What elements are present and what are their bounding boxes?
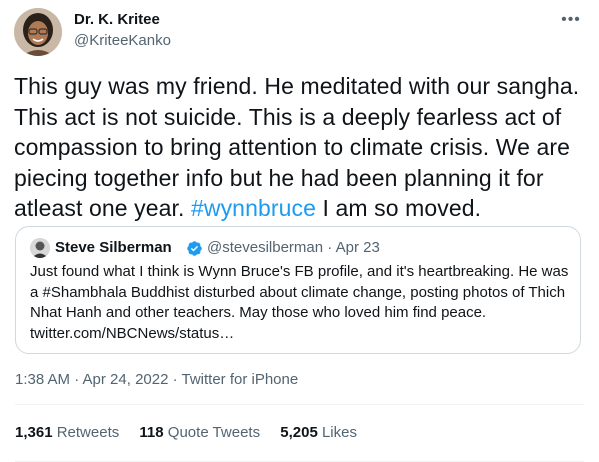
more-options-icon[interactable]: ••• xyxy=(560,10,582,30)
quotes-label: Quote Tweets xyxy=(167,424,261,441)
retweets-stat[interactable]: 1,361 Retweets xyxy=(15,423,119,443)
divider xyxy=(15,404,584,405)
tweet-timestamp[interactable]: 1:38 AM · Apr 24, 2022 · Twitter for iPh… xyxy=(15,370,298,390)
verified-badge-icon xyxy=(186,240,203,257)
author-name[interactable]: Dr. K. Kritee xyxy=(74,10,160,30)
likes-label: Likes xyxy=(321,424,357,441)
quoted-tweet-text: Just found what I think is Wynn Bruce's … xyxy=(30,263,569,342)
hashtag-link[interactable]: #wynnbruce xyxy=(191,195,316,221)
tweet-card: Dr. K. Kritee @KriteeKanko ••• This guy … xyxy=(0,0,599,462)
author-handle[interactable]: @KriteeKanko xyxy=(74,31,171,51)
retweets-count: 1,361 xyxy=(15,424,53,441)
likes-count: 5,205 xyxy=(280,424,318,441)
quoted-handle-date[interactable]: @stevesilberman · Apr 23 xyxy=(207,238,380,258)
quoted-tweet[interactable]: Steve Silberman @stevesilberman · Apr 23… xyxy=(15,226,581,354)
engagement-stats: 1,361 Retweets 118 Quote Tweets 5,205 Li… xyxy=(15,423,373,443)
quoted-author-name[interactable]: Steve Silberman xyxy=(55,238,172,258)
quoted-author-avatar[interactable] xyxy=(30,238,50,258)
tweet-text: This guy was my friend. He meditated wit… xyxy=(14,71,594,224)
author-avatar[interactable] xyxy=(14,8,62,56)
tweet-text-part-2: I am so moved. xyxy=(316,195,482,221)
quote-tweets-stat[interactable]: 118 Quote Tweets xyxy=(139,423,260,443)
retweets-label: Retweets xyxy=(56,424,120,441)
quotes-count: 118 xyxy=(139,424,164,441)
likes-stat[interactable]: 5,205 Likes xyxy=(280,423,357,443)
